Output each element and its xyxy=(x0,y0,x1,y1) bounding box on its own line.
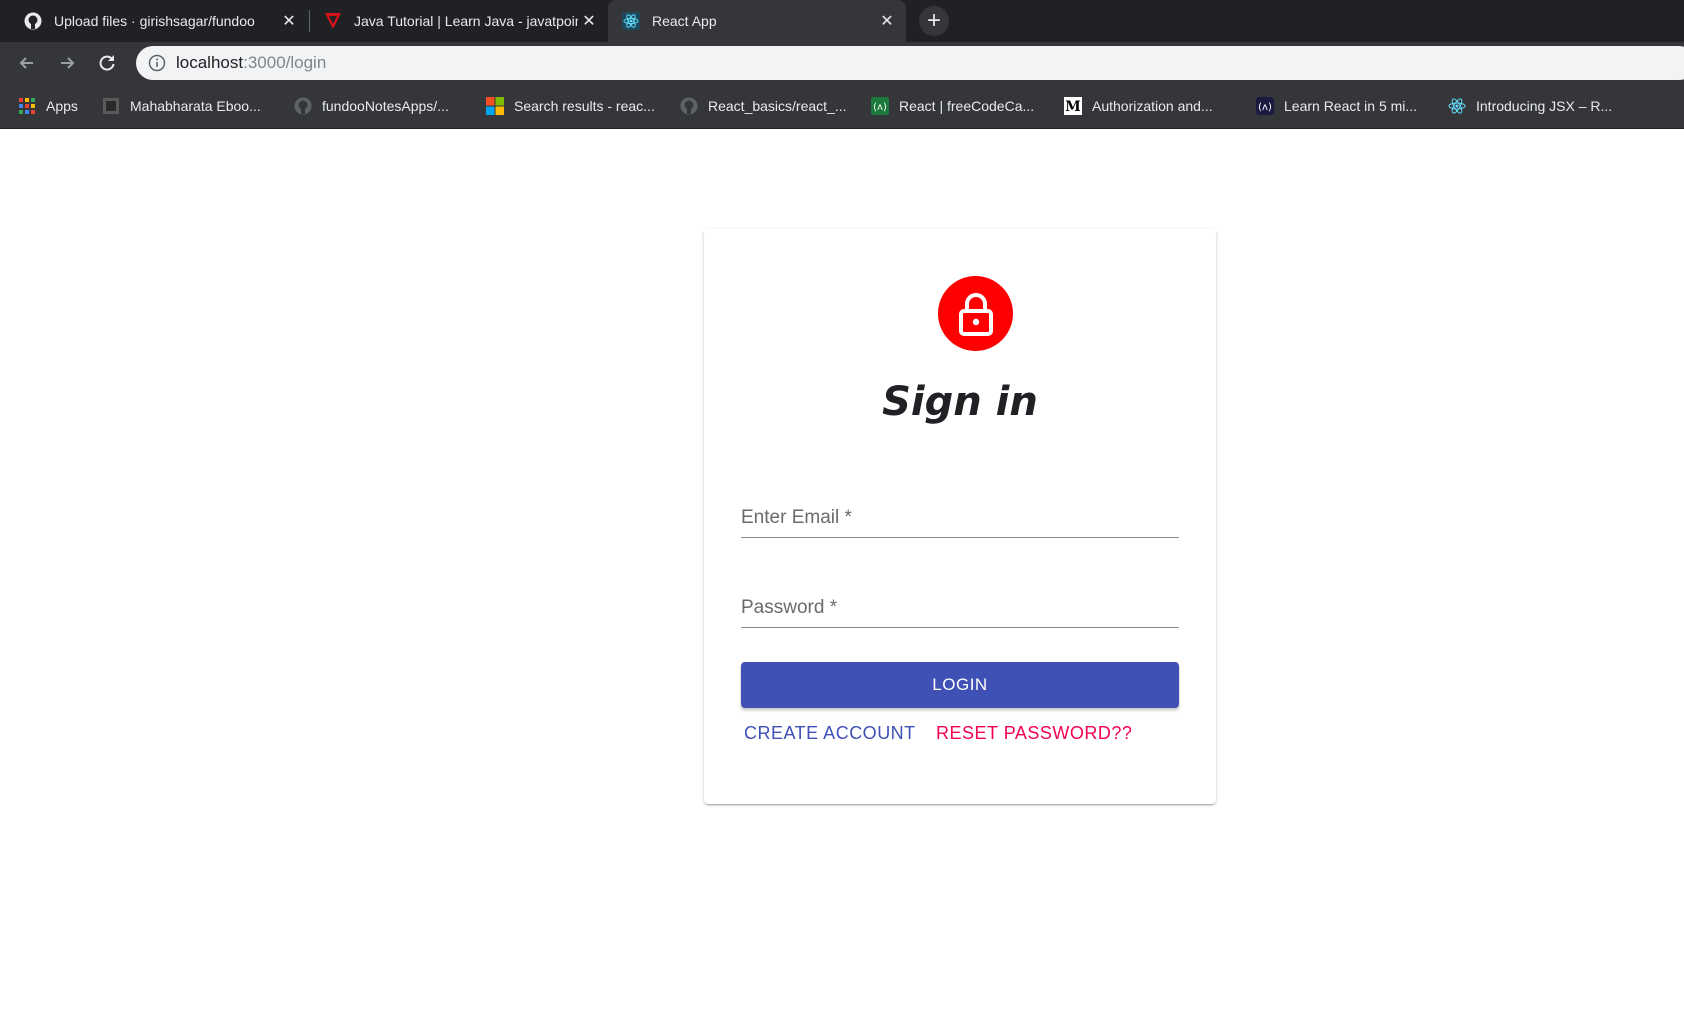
react-icon xyxy=(622,12,640,30)
freecodecamp-icon: (ʌ) xyxy=(871,97,889,115)
signin-card: Sign in Enter Email * Password * LOGIN C… xyxy=(704,229,1216,804)
bookmark-introducing-jsx[interactable]: Introducing JSX – R... xyxy=(1448,95,1612,117)
bookmark-label: Search results - reac... xyxy=(514,98,655,114)
browser-toolbar: localhost:3000/login xyxy=(0,42,1684,83)
bookmark-label: fundooNotesApps/... xyxy=(322,98,449,114)
bookmark-label: Learn React in 5 mi... xyxy=(1284,98,1418,114)
tab-upload-files[interactable]: Upload files · girishsagar/fundoo ✕ xyxy=(10,0,308,42)
scrimba-icon: (ʌ) xyxy=(1256,97,1274,115)
tab-title: Upload files · girishsagar/fundoo xyxy=(54,13,255,29)
arrow-left-icon xyxy=(19,57,33,69)
bookmark-label: React | freeCodeCa... xyxy=(899,98,1035,114)
bookmark-freecodecamp[interactable]: (ʌ) React | freeCodeCa... xyxy=(871,95,1034,117)
tab-react-app[interactable]: React App ✕ xyxy=(608,0,906,42)
bookmark-label: Introducing JSX – R... xyxy=(1476,98,1613,114)
url-host: localhost xyxy=(176,53,244,72)
close-icon[interactable]: ✕ xyxy=(876,10,898,32)
login-button[interactable]: LOGIN xyxy=(741,662,1179,708)
github-icon xyxy=(680,97,698,115)
reset-password-button[interactable]: RESET PASSWORD?? xyxy=(936,715,1132,751)
bookmark-mahabharata[interactable]: Mahabharata Eboo... xyxy=(102,95,261,117)
tab-java-tutorial[interactable]: Java Tutorial | Learn Java - javatpoint … xyxy=(310,0,608,42)
bookmarks-bar: Apps Mahabharata Eboo... fundooNotesApps… xyxy=(0,83,1684,129)
github-icon xyxy=(294,97,312,115)
password-input[interactable] xyxy=(741,597,1179,627)
email-input[interactable] xyxy=(741,507,1179,537)
apps-grid-icon xyxy=(18,97,36,115)
microsoft-icon xyxy=(486,97,504,115)
medium-icon: M xyxy=(1064,97,1082,115)
tab-title: Java Tutorial | Learn Java - javatpoint xyxy=(354,13,578,29)
bookmark-label: Apps xyxy=(46,98,78,114)
bookmark-label: React_basics/react_... xyxy=(708,98,847,114)
javatpoint-icon xyxy=(324,12,342,30)
reload-button[interactable] xyxy=(92,48,122,78)
lock-icon xyxy=(958,292,993,336)
tab-title: React App xyxy=(652,13,717,29)
book-icon xyxy=(102,97,120,115)
arrow-right-icon xyxy=(61,57,75,69)
bookmark-search-results[interactable]: Search results - reac... xyxy=(486,95,655,117)
url-text: localhost:3000/login xyxy=(176,53,326,73)
email-field[interactable]: Enter Email * xyxy=(741,500,1179,538)
lock-avatar xyxy=(938,276,1013,351)
close-icon[interactable]: ✕ xyxy=(578,10,600,32)
svg-text:(ʌ): (ʌ) xyxy=(1258,102,1272,113)
react-icon xyxy=(1448,97,1466,115)
reload-icon xyxy=(99,55,115,71)
bookmark-learn-react[interactable]: (ʌ) Learn React in 5 mi... xyxy=(1256,95,1417,117)
bookmark-apps[interactable]: Apps xyxy=(18,95,78,117)
page-title: Sign in xyxy=(882,379,1038,425)
bookmark-authorization[interactable]: M Authorization and... xyxy=(1064,95,1213,117)
bookmark-label: Authorization and... xyxy=(1092,98,1213,114)
close-icon[interactable]: ✕ xyxy=(278,10,300,32)
create-account-button[interactable]: CREATE ACCOUNT xyxy=(744,715,916,751)
address-bar[interactable]: localhost:3000/login xyxy=(136,46,1684,80)
svg-text:(ʌ): (ʌ) xyxy=(873,102,887,113)
bookmark-fundoo-notes[interactable]: fundooNotesApps/... xyxy=(294,95,449,117)
new-tab-button[interactable]: + xyxy=(919,6,949,36)
back-button[interactable] xyxy=(12,48,42,78)
github-icon xyxy=(24,12,42,30)
url-path: :3000/login xyxy=(243,53,327,72)
password-field[interactable]: Password * xyxy=(741,590,1179,628)
bookmark-react-basics[interactable]: React_basics/react_... xyxy=(680,95,847,117)
tab-strip: Upload files · girishsagar/fundoo ✕ Java… xyxy=(0,0,1684,42)
forward-button[interactable] xyxy=(52,48,82,78)
info-icon[interactable] xyxy=(148,54,166,72)
svg-text:M: M xyxy=(1065,99,1081,115)
bookmark-label: Mahabharata Eboo... xyxy=(130,98,261,114)
